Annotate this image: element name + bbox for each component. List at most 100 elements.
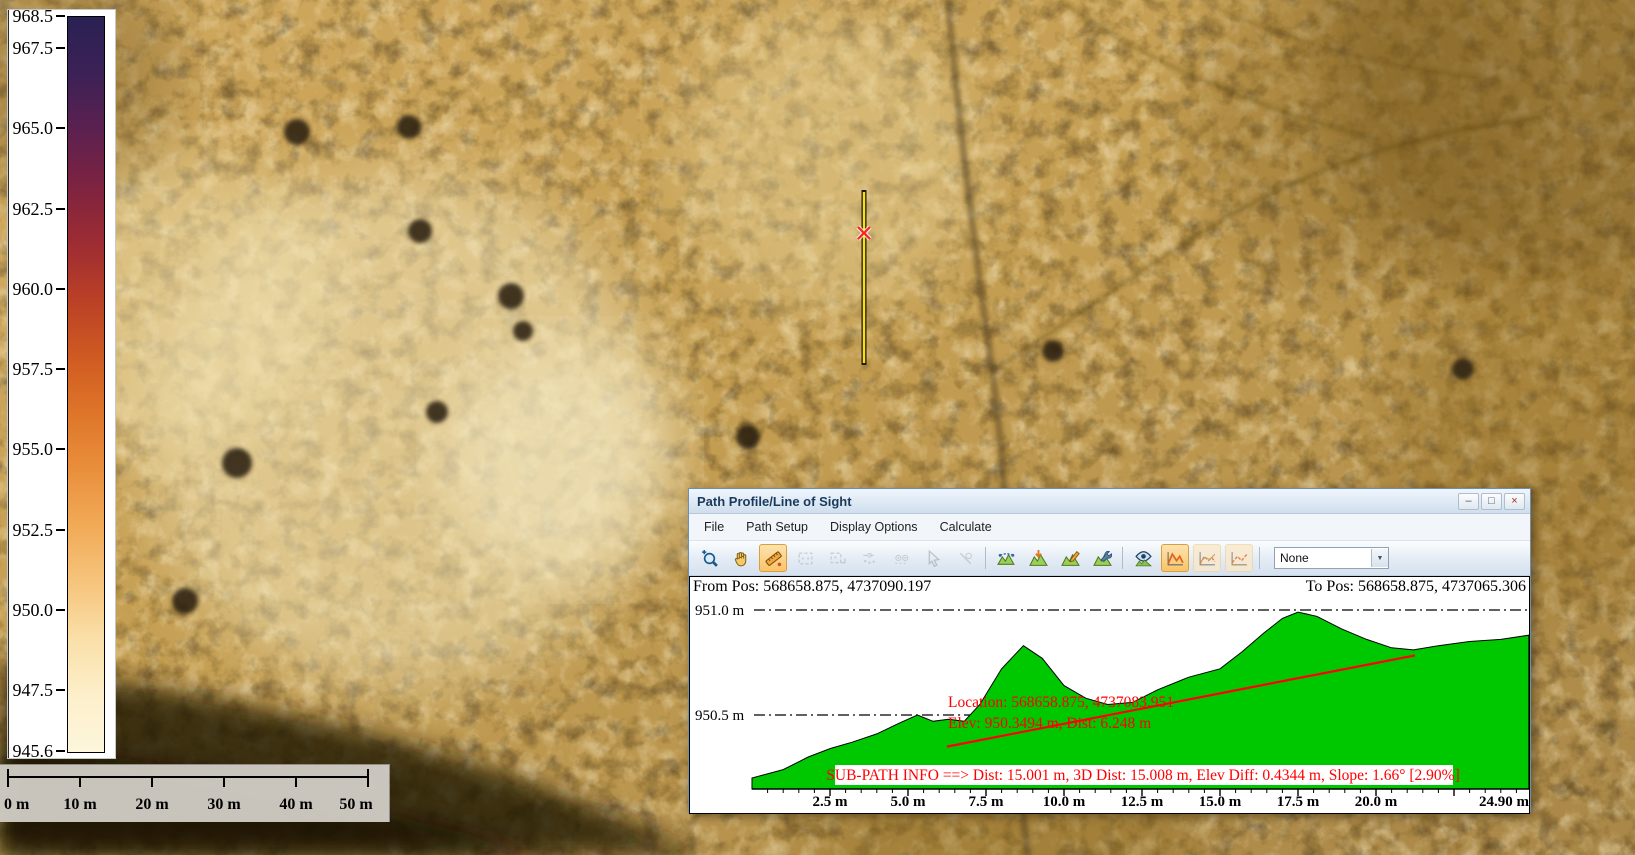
pan-icon	[732, 549, 751, 568]
close-button[interactable]: ×	[1504, 493, 1525, 510]
path-profile-window: Path Profile/Line of Sight – □ × FilePat…	[688, 488, 1531, 812]
terrain-pencil-icon	[1061, 549, 1080, 568]
legend-tick-label: 968.5	[9, 5, 53, 27]
measure-icon	[764, 549, 783, 568]
pick-arrow-button[interactable]	[919, 544, 947, 572]
window-title: Path Profile/Line of Sight	[689, 494, 1458, 509]
toolbar-separator	[1259, 547, 1260, 569]
y-gridline-label: 950.5 m	[695, 708, 745, 724]
legend-tick-mark	[56, 448, 65, 450]
x-tick-label: 5.0 m	[891, 794, 927, 810]
profile-chart[interactable]: 951.0 m 950.5 m Location: 568658.875, 473…	[690, 597, 1529, 813]
points-circles-icon	[892, 549, 911, 568]
terrain-pencil-button[interactable]	[1056, 544, 1084, 572]
pick-line-icon	[956, 549, 975, 568]
legend-tick-mark	[56, 689, 65, 691]
pick-line-button[interactable]	[951, 544, 979, 572]
menu-calculate[interactable]: Calculate	[931, 516, 1001, 538]
chevron-down-icon[interactable]: ▼	[1371, 549, 1388, 567]
legend-tick-label: 965.0	[9, 117, 53, 139]
legend-tick-mark	[56, 529, 65, 531]
profile-multi-button[interactable]	[1193, 544, 1221, 572]
pick-arrow-icon	[924, 549, 943, 568]
menu-file[interactable]: File	[695, 516, 733, 538]
legend-tick-mark	[56, 288, 65, 290]
from-pos-label: From Pos: 568658.875, 4737090.197	[693, 578, 931, 596]
scale-label: 0 m	[4, 796, 30, 813]
scale-label: 10 m	[63, 796, 97, 813]
profile-chart-area: From Pos: 568658.875, 4737090.197 To Pos…	[689, 576, 1530, 814]
x-tick-label: 20.0 m	[1355, 794, 1398, 810]
scale-label: 30 m	[207, 796, 241, 813]
terrain-marker-button[interactable]	[1024, 544, 1052, 572]
x-tick-label: 17.5 m	[1277, 794, 1320, 810]
legend-tick-mark	[56, 15, 65, 17]
legend-tick-label: 957.5	[9, 358, 53, 380]
view-shed-icon	[1134, 549, 1153, 568]
points-circles-button[interactable]	[887, 544, 915, 572]
profile-multi-icon	[1198, 549, 1217, 568]
legend-tick-label: 945.6	[9, 740, 53, 762]
scale-label: 40 m	[279, 796, 313, 813]
legend-tick-label: 952.5	[9, 519, 53, 541]
elevation-legend: 968.5967.5965.0962.5960.0957.5955.0952.5…	[8, 10, 115, 758]
scale-label: 20 m	[135, 796, 169, 813]
legend-tick-label: 960.0	[9, 278, 53, 300]
profile-chart-icon	[1166, 549, 1185, 568]
x-tick-label: 15.0 m	[1199, 794, 1242, 810]
legend-tick-label: 962.5	[9, 198, 53, 220]
points-line-icon	[860, 549, 879, 568]
profile-multi2-icon	[1230, 549, 1249, 568]
terrain-path-icon	[997, 549, 1016, 568]
map-scale-bar: 0 m 10 m 20 m 30 m 40 m 50 m	[0, 764, 390, 822]
measure-button[interactable]	[759, 544, 787, 572]
layer-dropdown-value: None	[1275, 551, 1371, 565]
profile-chart-button[interactable]	[1161, 544, 1189, 572]
toolbar-separator	[1122, 547, 1123, 569]
legend-tick-mark	[56, 127, 65, 129]
toolbar-separator	[985, 547, 986, 569]
elev-annotation: Elev: 950.3494 m, Dist: 6.248 m	[948, 715, 1151, 732]
window-title-bar[interactable]: Path Profile/Line of Sight – □ ×	[689, 489, 1530, 514]
terrain-marker-icon	[1029, 549, 1048, 568]
x-tick-label: 10.0 m	[1043, 794, 1086, 810]
x-tick-label: 24.90 m	[1479, 794, 1529, 810]
legend-tick-mark	[56, 47, 65, 49]
layer-dropdown[interactable]: None ▼	[1274, 547, 1389, 569]
legend-tick-label: 967.5	[9, 37, 53, 59]
screen: 968.5 967.5 965.0 962.5 960.0 957.5 955.0 952.5…	[0, 0, 1635, 855]
menu-bar: FilePath SetupDisplay OptionsCalculate	[689, 514, 1530, 541]
view-shed-button[interactable]	[1129, 544, 1157, 572]
legend-tick-label: 950.0	[9, 599, 53, 621]
legend-tick-mark	[56, 368, 65, 370]
menu-display-options[interactable]: Display Options	[821, 516, 927, 538]
location-annotation: Location: 568658.875, 4737083.951	[948, 694, 1174, 711]
pan-button[interactable]	[727, 544, 755, 572]
legend-tick-mark	[56, 750, 65, 752]
terrain-wrench-icon	[1093, 549, 1112, 568]
select-rect-button[interactable]	[791, 544, 819, 572]
elevation-gradient-bar	[67, 16, 105, 753]
legend-tick-mark	[56, 609, 65, 611]
to-pos-label: To Pos: 568658.875, 4737065.306	[1306, 578, 1526, 596]
select-rect-corner-button[interactable]	[823, 544, 851, 572]
legend-tick-label: 955.0	[9, 438, 53, 460]
minimize-button[interactable]: –	[1458, 493, 1479, 510]
legend-tick-mark	[56, 208, 65, 210]
x-tick-label: 12.5 m	[1121, 794, 1164, 810]
terrain-wrench-button[interactable]	[1088, 544, 1116, 572]
subpath-info-text: SUB-PATH INFO ==> Dist: 15.001 m, 3D Dis…	[826, 767, 1460, 784]
maximize-button[interactable]: □	[1481, 493, 1502, 510]
points-line-button[interactable]	[855, 544, 883, 572]
select-rect-corner-icon	[828, 549, 847, 568]
zoom-icon	[700, 549, 719, 568]
zoom-button[interactable]	[695, 544, 723, 572]
terrain-path-button[interactable]	[992, 544, 1020, 572]
x-tick-label: 7.5 m	[969, 794, 1005, 810]
profile-multi2-button[interactable]	[1225, 544, 1253, 572]
y-gridline-label: 951.0 m	[695, 603, 745, 619]
legend-tick-label: 947.5	[9, 679, 53, 701]
scale-label: 50 m	[339, 796, 373, 813]
menu-path-setup[interactable]: Path Setup	[737, 516, 817, 538]
x-tick-label: 2.5 m	[813, 794, 849, 810]
